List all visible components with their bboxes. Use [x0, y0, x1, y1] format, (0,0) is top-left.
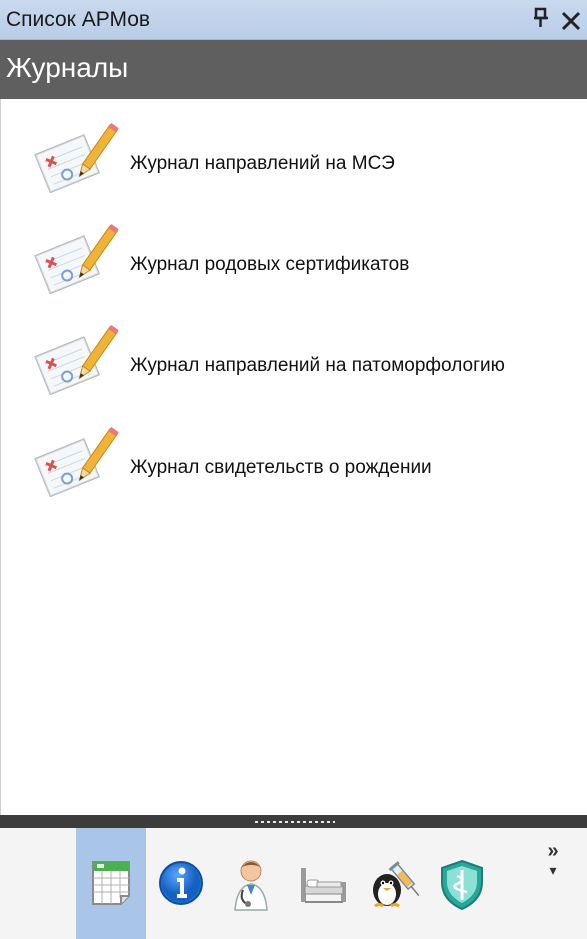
list-item-journal-pathomorphology[interactable]: Журнал направлений на патоморфологию	[1, 313, 587, 396]
section-title: Журналы	[6, 52, 129, 83]
list-item-journal-birth-certificates[interactable]: Журнал родовых сертификатов	[1, 212, 587, 295]
toolbar-vaccination-button[interactable]	[356, 828, 426, 939]
chevron-down-icon: ▾	[549, 862, 557, 878]
medical-shield-icon	[441, 859, 483, 911]
journal-edit-icon	[29, 425, 119, 498]
close-icon[interactable]	[560, 5, 582, 39]
journals-list: Журнал направлений на МСЭ Журнал родовых…	[0, 99, 587, 815]
list-item-journal-mse[interactable]: Журнал направлений на МСЭ	[1, 111, 587, 194]
toolbar-hospital-bed-button[interactable]	[286, 828, 356, 939]
journal-label: Журнал направлений на МСЭ	[130, 153, 395, 174]
window-titlebar: Список АРМов	[0, 0, 587, 40]
vaccination-icon	[373, 861, 420, 908]
journal-label: Журнал направлений на патоморфологию	[130, 355, 505, 376]
journal-edit-icon	[29, 222, 119, 295]
journals-icon	[92, 861, 130, 905]
chevron-double-right-icon: »	[547, 840, 559, 862]
doctor-icon	[234, 860, 268, 911]
window-title: Список АРМов	[6, 8, 151, 31]
pin-icon[interactable]	[532, 7, 550, 35]
journal-edit-icon	[29, 323, 119, 396]
workstation-toolbar	[0, 828, 587, 939]
info-icon	[159, 861, 203, 905]
toolbar-more-button[interactable]: » ▾	[538, 840, 568, 902]
panel-splitter[interactable]	[0, 815, 587, 828]
toolbar-doctor-button[interactable]	[216, 828, 286, 939]
splitter-grip[interactable]	[255, 821, 335, 823]
toolbar-medical-button[interactable]	[426, 828, 496, 939]
section-header: Журналы	[0, 40, 587, 99]
toolbar-journals-button[interactable]	[76, 828, 146, 939]
journal-label: Журнал родовых сертификатов	[130, 254, 410, 275]
list-item-journal-birth-records[interactable]: Журнал свидетельств о рождении	[1, 415, 587, 498]
toolbar-info-button[interactable]	[146, 828, 216, 939]
journal-label: Журнал свидетельств о рождении	[130, 457, 432, 478]
journal-edit-icon	[29, 121, 119, 194]
hospital-bed-icon	[301, 868, 346, 903]
